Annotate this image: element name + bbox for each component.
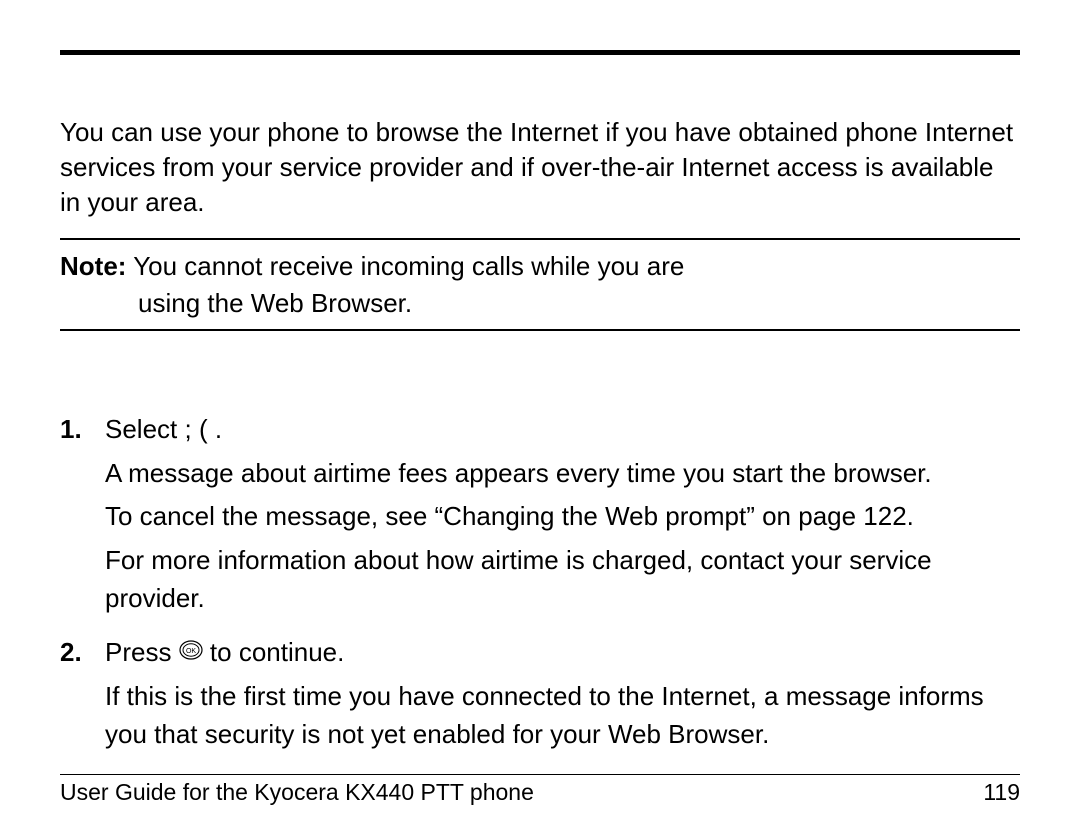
svg-text:OK: OK bbox=[186, 648, 196, 655]
step-2: 2. Press OK to continue. If this is the … bbox=[60, 634, 1020, 760]
note-label: Note: bbox=[60, 251, 126, 281]
steps-list: 1. Select ; ( . A message about airtime … bbox=[60, 411, 1020, 760]
step-body: Press OK to continue. If this is the fir… bbox=[105, 634, 1020, 760]
step-1-line-a: Select ; ( . bbox=[105, 411, 1020, 449]
footer-title: User Guide for the Kyocera KX440 PTT pho… bbox=[60, 779, 534, 806]
note-block: Note: You cannot receive incoming calls … bbox=[60, 248, 1020, 321]
step-body: Select ; ( . A message about airtime fee… bbox=[105, 411, 1020, 623]
footer-page-number: 119 bbox=[983, 779, 1020, 806]
step-2-line-a: Press OK to continue. bbox=[105, 634, 1020, 673]
step-1-line-b: A message about airtime fees appears eve… bbox=[105, 455, 1020, 493]
step-1-line-c: To cancel the message, see “Changing the… bbox=[105, 498, 1020, 536]
top-rule bbox=[60, 50, 1020, 55]
intro-paragraph: You can use your phone to browse the Int… bbox=[60, 115, 1020, 220]
note-line-1: You cannot receive incoming calls while … bbox=[126, 251, 684, 281]
note-bottom-rule bbox=[60, 329, 1020, 331]
page-footer: User Guide for the Kyocera KX440 PTT pho… bbox=[60, 774, 1020, 806]
step-1-line-d: For more information about how airtime i… bbox=[105, 542, 1020, 617]
ok-key-icon: OK bbox=[179, 633, 203, 671]
note-top-rule bbox=[60, 238, 1020, 240]
step-number: 1. bbox=[60, 411, 105, 623]
footer-rule bbox=[60, 774, 1020, 775]
step-1: 1. Select ; ( . A message about airtime … bbox=[60, 411, 1020, 623]
note-line-2: using the Web Browser. bbox=[138, 285, 1020, 321]
step-2-line-b: If this is the first time you have conne… bbox=[105, 678, 1020, 753]
step-number: 2. bbox=[60, 634, 105, 760]
